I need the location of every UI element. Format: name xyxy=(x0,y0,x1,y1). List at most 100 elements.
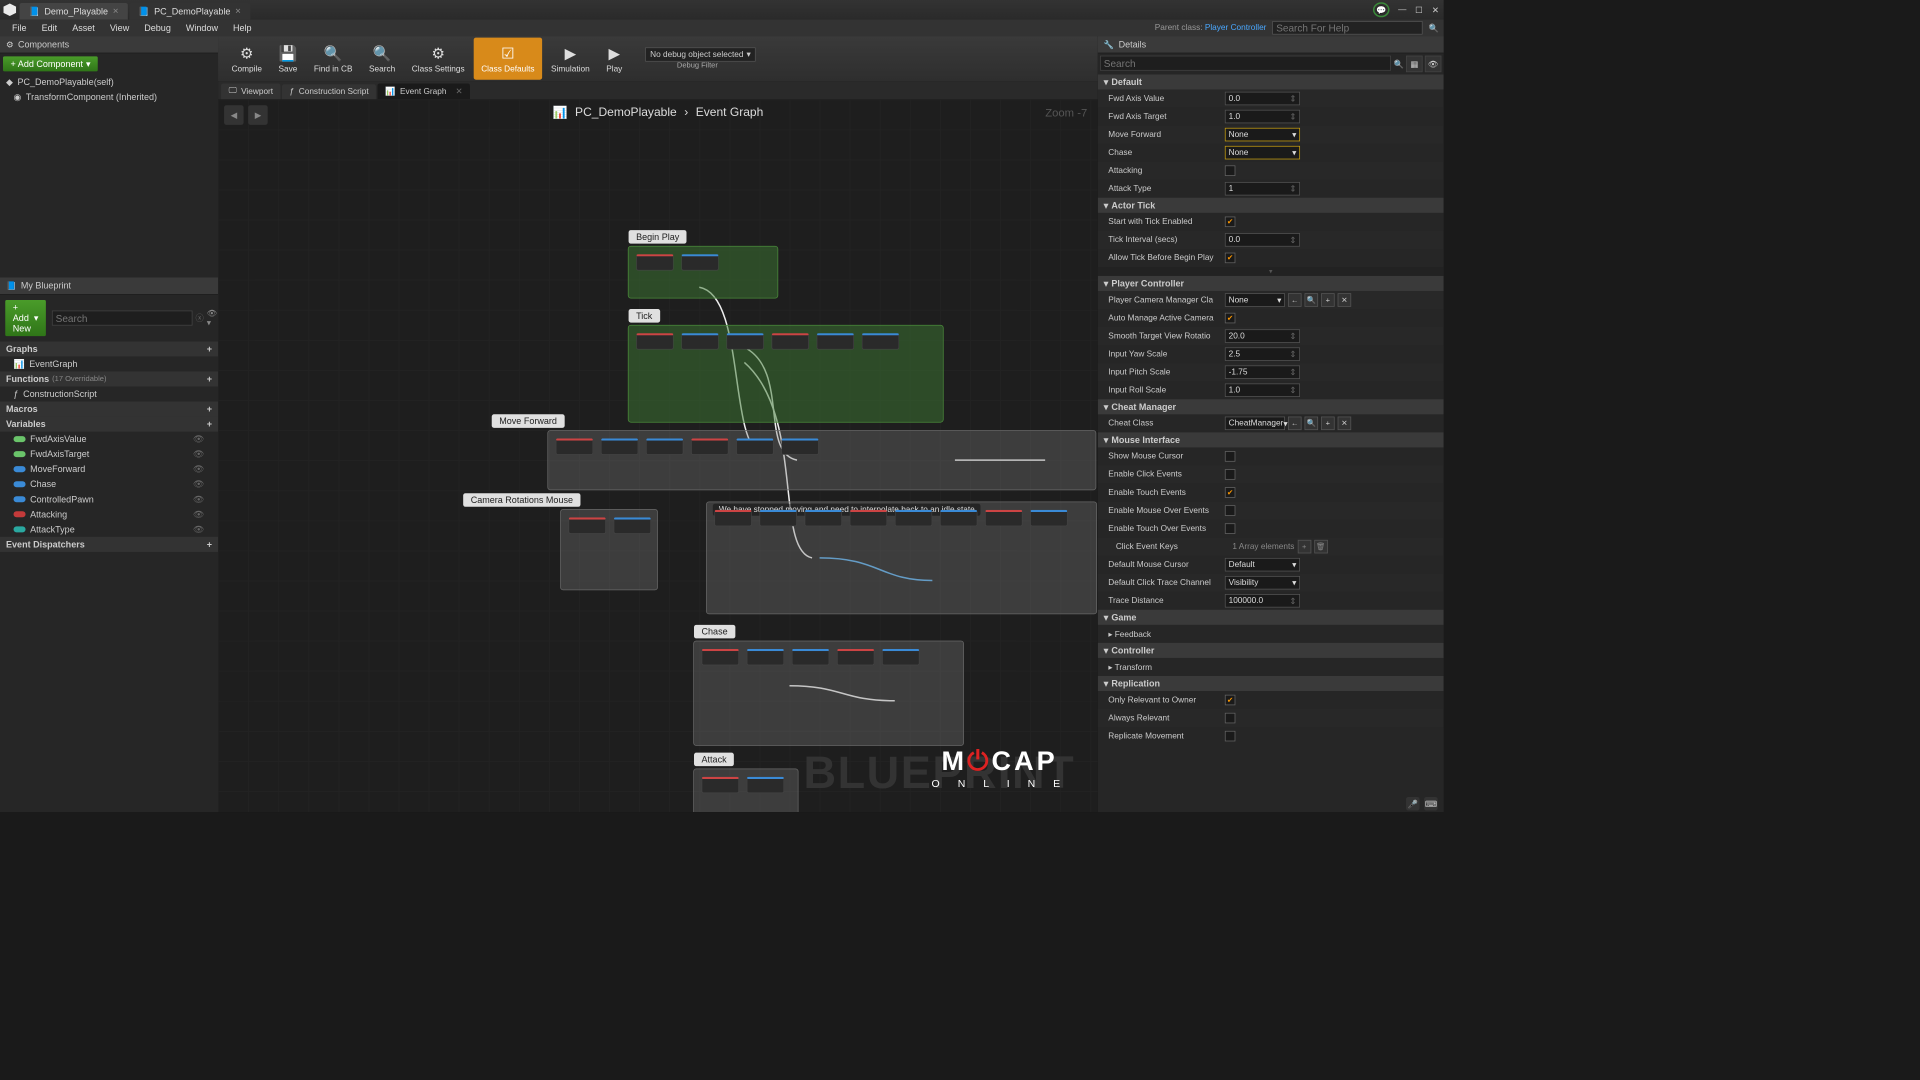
find-in-cb-button[interactable]: 🔍Find in CB xyxy=(306,38,360,80)
graph-node[interactable] xyxy=(817,333,855,350)
category-default[interactable]: ▾Default xyxy=(1098,74,1444,89)
menu-help[interactable]: Help xyxy=(225,21,259,35)
browse-button[interactable]: ← xyxy=(1288,293,1302,307)
class-defaults-button[interactable]: ☑Class Defaults xyxy=(474,38,542,80)
clear-button[interactable]: ✕ xyxy=(1338,293,1352,307)
menu-debug[interactable]: Debug xyxy=(137,21,179,35)
notification-icon[interactable]: 💬 xyxy=(1373,2,1390,17)
graph-node[interactable] xyxy=(985,510,1023,527)
graph-comment[interactable]: We have stopped moving and need to inter… xyxy=(706,502,1097,615)
checkbox[interactable] xyxy=(1225,731,1236,742)
bp-item-constructionscript[interactable]: ƒConstructionScript xyxy=(0,386,218,401)
comment-title[interactable]: Camera Rotations Mouse xyxy=(463,493,580,507)
graph-node[interactable] xyxy=(736,438,774,455)
component-item[interactable]: ◆PC_DemoPlayable(self) xyxy=(0,74,218,89)
graph-comment[interactable]: Attack xyxy=(693,768,798,812)
graph-comment[interactable]: Begin Play xyxy=(628,246,778,299)
checkbox[interactable] xyxy=(1225,469,1236,480)
component-item[interactable]: ◉TransformComponent (Inherited) xyxy=(0,89,218,104)
bp-category-graphs[interactable]: Graphs+ xyxy=(0,341,218,356)
help-search-input[interactable] xyxy=(1272,21,1422,35)
maximize-button[interactable]: ☐ xyxy=(1411,2,1428,17)
category-actor-tick[interactable]: ▾Actor Tick xyxy=(1098,198,1444,213)
find-button[interactable]: 🔍 xyxy=(1305,293,1319,307)
checkbox[interactable] xyxy=(1225,523,1236,534)
checkbox[interactable]: ✔ xyxy=(1225,217,1236,228)
visibility-toggle-icon[interactable]: 👁 xyxy=(193,434,204,445)
bp-category-macros[interactable]: Macros+ xyxy=(0,402,218,417)
bp-category-functions[interactable]: Functions(17 Overridable)+ xyxy=(0,371,218,386)
graph-comment[interactable]: Camera Rotations Mouse xyxy=(560,509,658,590)
editor-tab-event-graph[interactable]: 📊Event Graph✕ xyxy=(378,83,470,99)
graph-node[interactable] xyxy=(636,333,674,350)
visibility-toggle-icon[interactable]: 👁 xyxy=(193,524,204,535)
checkbox[interactable]: ✔ xyxy=(1225,313,1236,324)
comment-title[interactable]: Move Forward xyxy=(492,414,565,428)
search-icon[interactable]: 🔍 xyxy=(1393,59,1403,69)
category-replication[interactable]: ▾Replication xyxy=(1098,676,1444,691)
save-button[interactable]: 💾Save xyxy=(271,38,305,80)
comment-title[interactable]: Attack xyxy=(694,753,734,767)
combobox[interactable]: Visibility▾ xyxy=(1225,576,1300,590)
graph-comment[interactable]: Tick xyxy=(628,325,944,423)
add-button[interactable]: + xyxy=(1321,293,1335,307)
menu-file[interactable]: File xyxy=(5,21,35,35)
category-controller[interactable]: ▾Controller xyxy=(1098,643,1444,658)
graph-comment[interactable]: Chase xyxy=(693,641,964,746)
menu-view[interactable]: View xyxy=(102,21,136,35)
graph-node[interactable] xyxy=(646,438,684,455)
graph-node[interactable] xyxy=(568,517,606,534)
parent-class-link[interactable]: Player Controller xyxy=(1205,23,1267,32)
minimize-button[interactable]: — xyxy=(1394,2,1411,17)
add-icon[interactable]: + xyxy=(207,344,212,355)
graph-node[interactable] xyxy=(792,649,830,666)
visibility-filter-button[interactable]: 👁 xyxy=(1425,56,1442,73)
simulation-button[interactable]: ▶Simulation xyxy=(544,38,598,80)
spinbox[interactable]: 0.0⇕ xyxy=(1225,92,1300,106)
variable-moveforward[interactable]: MoveForward👁 xyxy=(0,462,218,477)
class-settings-button[interactable]: ⚙Class Settings xyxy=(404,38,472,80)
add-element-button[interactable]: + xyxy=(1297,540,1311,554)
comment-title[interactable]: Chase xyxy=(694,625,735,639)
compile-button[interactable]: ⚙Compile xyxy=(224,38,269,80)
graph-node[interactable] xyxy=(805,510,843,527)
graph-node[interactable] xyxy=(681,254,719,271)
variable-chase[interactable]: Chase👁 xyxy=(0,477,218,492)
spinbox[interactable]: 1⇕ xyxy=(1225,182,1300,196)
details-search-input[interactable] xyxy=(1100,56,1391,71)
category-game[interactable]: ▾Game xyxy=(1098,610,1444,625)
spinbox[interactable]: 0.0⇕ xyxy=(1225,233,1300,247)
spinbox[interactable]: 2.5⇕ xyxy=(1225,347,1300,361)
category-player-controller[interactable]: ▾Player Controller xyxy=(1098,276,1444,291)
checkbox[interactable]: ✔ xyxy=(1225,253,1236,264)
search-icon[interactable]: 🔍 xyxy=(1429,23,1439,33)
checkbox[interactable]: ✔ xyxy=(1225,695,1236,706)
checkbox[interactable] xyxy=(1225,165,1236,176)
variable-fwdaxisvalue[interactable]: FwdAxisValue👁 xyxy=(0,432,218,447)
checkbox[interactable] xyxy=(1225,713,1236,724)
checkbox[interactable]: ✔ xyxy=(1225,487,1236,498)
editor-tab-viewport[interactable]: 🖵Viewport xyxy=(221,83,281,99)
source-control-icon[interactable]: 🎤 xyxy=(1406,797,1420,811)
visibility-toggle-icon[interactable]: 👁 xyxy=(193,509,204,520)
add-icon[interactable]: + xyxy=(207,404,212,415)
visibility-toggle-icon[interactable]: 👁 xyxy=(193,464,204,475)
bp-item-eventgraph[interactable]: 📊EventGraph xyxy=(0,356,218,371)
close-icon[interactable]: ✕ xyxy=(113,7,119,15)
visibility-toggle-icon[interactable]: 👁 xyxy=(193,479,204,490)
editor-tab-construction-script[interactable]: ƒConstruction Script xyxy=(282,84,376,99)
add-icon[interactable]: + xyxy=(207,539,212,550)
search-clear-icon[interactable]: ⓧ xyxy=(196,312,204,324)
breadcrumb[interactable]: 📊 PC_DemoPlayable › Event Graph xyxy=(553,105,764,120)
graph-node[interactable] xyxy=(940,510,978,527)
graph-node[interactable] xyxy=(850,510,888,527)
graph-node[interactable] xyxy=(714,510,752,527)
property-matrix-button[interactable]: ▦ xyxy=(1406,56,1423,73)
visibility-toggle-icon[interactable]: 👁 xyxy=(193,449,204,460)
variable-attacking[interactable]: Attacking👁 xyxy=(0,507,218,522)
combobox[interactable]: None▾ xyxy=(1225,146,1300,160)
spinbox[interactable]: 20.0⇕ xyxy=(1225,329,1300,343)
graph-node[interactable] xyxy=(681,333,719,350)
debug-object-combo[interactable]: No debug object selected▾ xyxy=(645,47,756,61)
visibility-toggle-icon[interactable]: 👁 xyxy=(193,494,204,505)
